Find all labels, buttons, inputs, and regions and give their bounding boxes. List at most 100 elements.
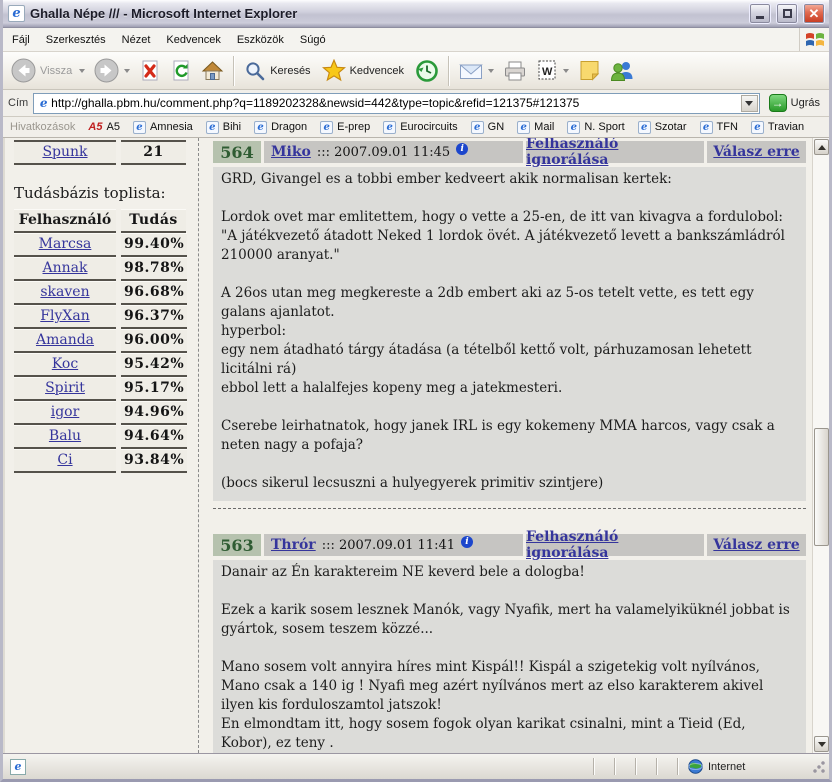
window-title: Ghalla Népe /// - Microsoft Internet Exp… [30,6,744,21]
info-icon[interactable]: i [456,143,468,155]
vertical-scrollbar[interactable] [812,138,829,753]
history-button[interactable] [411,57,443,85]
link-eurocircuits[interactable]: eEurocircuits [383,121,457,134]
score-cell: 94.96% [121,401,187,425]
user-link[interactable]: Spirit [45,380,85,396]
url-dropdown-button[interactable] [741,95,758,112]
minimize-button[interactable] [749,3,771,24]
menu-view[interactable]: Nézet [114,28,159,51]
go-label: Ugrás [791,97,820,109]
table-row: Koc 95.42% [14,353,186,377]
post-number: 563 [213,534,261,556]
sidebar-top-table: Spunk 21 [14,140,186,165]
post-body: Danair az Én karaktereim NE keverd bele … [213,560,806,753]
menu-tools[interactable]: Eszközök [229,28,292,51]
user-link[interactable]: FlyXan [40,308,89,324]
menu-help[interactable]: Súgó [292,28,334,51]
home-button[interactable] [197,57,228,84]
stop-button[interactable] [135,57,165,85]
favorites-button[interactable]: Kedvencek [318,57,410,84]
ignore-user-link[interactable]: Felhasználó ignorálása [526,138,704,168]
user-link[interactable]: Marcsa [39,236,92,252]
menu-file[interactable]: Fájl [4,28,38,51]
link-travian[interactable]: eTravian [751,121,804,134]
close-button[interactable]: ✕ [803,3,825,24]
link-amnesia[interactable]: eAmnesia [133,121,193,134]
user-link[interactable]: Balu [49,428,81,444]
user-link[interactable]: Amanda [36,332,94,348]
windows-logo-icon [799,28,829,51]
post-body: GRD, Givangel es a tobbi ember kedveert … [213,167,806,501]
edit-dropdown-icon[interactable] [563,69,569,73]
author-link[interactable]: Miko [271,144,311,160]
forward-button[interactable] [90,56,134,85]
scroll-up-button[interactable] [814,139,829,155]
forward-dropdown-icon[interactable] [124,69,130,73]
user-link[interactable]: Koc [52,356,78,372]
status-bar: e Internet [3,753,829,779]
menu-favorites[interactable]: Kedvencek [158,28,228,51]
link-mail[interactable]: eMail [517,121,554,134]
table-row: FlyXan 96.37% [14,305,186,329]
edit-button[interactable]: W [532,57,573,84]
post-author-cell: Thrór ::: 2007.09.01 11:41 i [264,534,523,556]
ie-favicon: e [133,121,146,134]
scroll-down-button[interactable] [814,736,829,752]
score-cell: 98.78% [121,257,187,281]
mail-dropdown-icon[interactable] [488,69,494,73]
link-eprep[interactable]: eE-prep [320,121,370,134]
link-dragon[interactable]: eDragon [254,121,307,134]
author-link[interactable]: Thrór [271,537,316,553]
post-author-cell: Miko ::: 2007.09.01 11:45 i [264,141,523,163]
globe-icon [688,759,703,774]
user-link[interactable]: igor [51,404,80,420]
reply-link[interactable]: Válasz erre [713,144,799,160]
reply-link[interactable]: Válasz erre [713,537,799,553]
ignore-user-link[interactable]: Felhasználó ignorálása [526,529,704,561]
table-row: Marcsa 99.40% [14,233,186,257]
link-tfn[interactable]: eTFN [700,121,738,134]
status-separator [614,758,615,775]
link-gn[interactable]: eGN [471,121,505,134]
back-dropdown-icon[interactable] [79,69,85,73]
post-header: 563 Thrór ::: 2007.09.01 11:41 i Felhasz… [213,534,806,556]
value-cell: 21 [121,140,186,165]
messenger-button[interactable] [606,57,639,84]
user-link-spunk[interactable]: Spunk [42,144,87,160]
refresh-button[interactable] [166,57,196,85]
page-document-icon: e [10,759,26,775]
post-header: 564 Miko ::: 2007.09.01 11:45 i Felhaszn… [213,141,806,163]
back-button[interactable]: Vissza [7,56,89,85]
link-nsport[interactable]: eN. Sport [567,121,624,134]
link-szotar[interactable]: eSzotar [638,121,687,134]
toplist-title: Tudásbázis toplista: [14,184,194,202]
table-row: Spunk 21 [14,140,186,165]
back-label: Vissza [40,65,74,77]
search-button[interactable]: Keresés [240,58,316,84]
url-text[interactable]: http://ghalla.pbm.hu/comment.php?q=11892… [51,96,740,110]
mail-button[interactable] [455,59,498,83]
resize-grip[interactable] [812,760,826,774]
menu-edit[interactable]: Szerkesztés [38,28,114,51]
discuss-button[interactable] [574,57,605,84]
scrollbar-thumb[interactable] [814,428,829,546]
table-row: Amanda 96.00% [14,329,186,353]
link-bihi[interactable]: eBihi [206,121,241,134]
go-button[interactable]: → Ugrás [765,93,824,113]
toplist-table: Felhasználó Tudás Marcsa 99.40% Annak 98… [14,209,186,473]
page-ie-icon: e [36,96,51,111]
history-icon [415,59,439,83]
url-input[interactable]: e http://ghalla.pbm.hu/comment.php?q=118… [33,93,759,114]
print-button[interactable] [499,58,531,84]
standard-toolbar: Vissza [3,52,829,90]
maximize-button[interactable] [776,3,798,24]
chevron-down-icon [818,742,826,747]
link-a5[interactable]: A5A5 [88,121,120,133]
user-link[interactable]: Ci [57,452,72,468]
user-link[interactable]: skaven [40,284,89,300]
table-row: Annak 98.78% [14,257,186,281]
info-icon[interactable]: i [461,536,473,548]
post-number: 564 [213,141,261,163]
maximize-icon [783,9,792,18]
user-link[interactable]: Annak [43,260,88,276]
